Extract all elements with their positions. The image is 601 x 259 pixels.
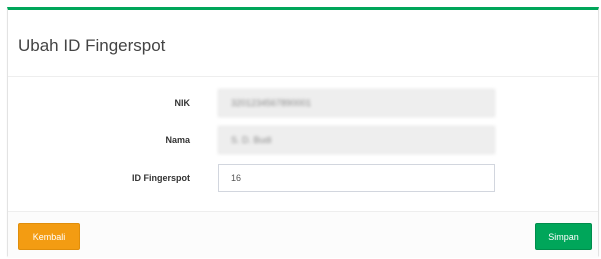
- nama-label: Nama: [165, 135, 190, 145]
- page-title: Ubah ID Fingerspot: [18, 36, 166, 55]
- nik-field: [218, 89, 495, 117]
- panel-footer: Kembali Simpan: [8, 211, 598, 258]
- id-fingerspot-label: ID Fingerspot: [132, 173, 190, 183]
- form-row-nik: NIK: [8, 89, 598, 117]
- nama-field: [218, 126, 495, 154]
- edit-fingerspot-panel: Ubah ID Fingerspot NIK Nama ID Fingerspo…: [7, 7, 599, 258]
- form-row-nama: Nama: [8, 126, 598, 154]
- id-fingerspot-input[interactable]: [218, 164, 495, 192]
- form-row-id-fingerspot: ID Fingerspot: [8, 164, 598, 192]
- nik-label: NIK: [174, 98, 191, 108]
- back-button[interactable]: Kembali: [18, 223, 80, 250]
- save-button[interactable]: Simpan: [535, 223, 592, 250]
- panel-header: Ubah ID Fingerspot: [8, 10, 598, 77]
